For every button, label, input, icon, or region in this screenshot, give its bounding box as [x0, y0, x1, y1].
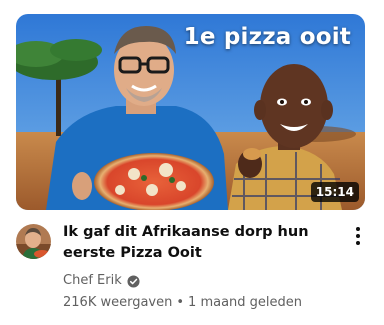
channel-avatar[interactable]	[16, 224, 51, 259]
video-stats: 216K weergaven • 1 maand geleden	[63, 294, 341, 312]
meta-separator: •	[176, 295, 185, 310]
video-thumbnail[interactable]: 1e pizza ooit 15:14	[16, 14, 365, 210]
channel-link[interactable]: Chef Erik	[63, 272, 341, 290]
kebab-dot	[356, 234, 360, 238]
upload-time: 1 maand geleden	[188, 295, 303, 310]
thumbnail-overlay-text: 1e pizza ooit	[183, 24, 351, 50]
more-vertical-icon[interactable]	[346, 224, 370, 248]
video-meta: Ik gaf dit Afrikaanse dorp hun eerste Pi…	[63, 222, 341, 312]
avatar-image	[16, 224, 51, 259]
view-count: 216K weergaven	[63, 295, 173, 310]
kebab-dot	[356, 241, 360, 245]
video-title[interactable]: Ik gaf dit Afrikaanse dorp hun eerste Pi…	[63, 222, 341, 264]
verified-check-icon	[127, 274, 140, 288]
video-card[interactable]: 1e pizza ooit 15:14 Ik gaf dit Afrikaans…	[0, 0, 384, 325]
channel-name: Chef Erik	[63, 273, 122, 288]
duration-badge: 15:14	[310, 182, 359, 202]
kebab-dot	[356, 227, 360, 231]
